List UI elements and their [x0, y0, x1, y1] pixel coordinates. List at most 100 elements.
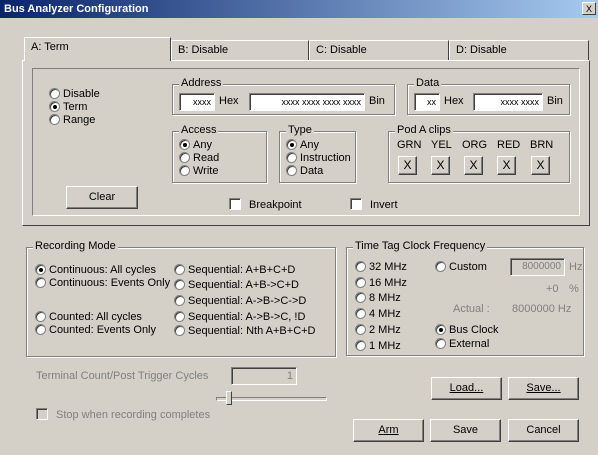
tab-c[interactable]: C: Disable [309, 40, 449, 60]
radio-icon [49, 114, 60, 125]
clock-4mhz-label: 4 MHz [369, 308, 401, 320]
radio-icon [174, 311, 185, 322]
clock-option-16mhz[interactable]: 16 MHz [355, 276, 407, 290]
close-icon[interactable]: X [582, 2, 596, 15]
rec-option-continuous-all[interactable]: Continuous: All cycles [35, 263, 156, 277]
rec-seq-1-label: Sequential: A+B+C+D [188, 264, 296, 276]
terminal-count-label: Terminal Count/Post Trigger Cycles [36, 370, 209, 382]
clear-button[interactable]: Clear [66, 186, 138, 209]
arm-button-label: Arm [378, 424, 399, 436]
mode-term-label: Term [63, 101, 88, 113]
rec-counted-events-label: Counted: Events Only [49, 324, 157, 336]
data-hex-label: Hex [444, 95, 464, 107]
radio-icon [35, 264, 46, 275]
radio-icon [286, 165, 297, 176]
clock-option-2mhz[interactable]: 2 MHz [355, 323, 401, 337]
clock-option-4mhz[interactable]: 4 MHz [355, 307, 401, 321]
access-any-label: Any [193, 139, 212, 151]
terminal-count-field[interactable]: 1 [231, 367, 297, 385]
rec-option-seq-4[interactable]: Sequential: A->B->C, !D [174, 310, 305, 324]
data-hex-field[interactable]: xx [414, 93, 440, 111]
access-option-read[interactable]: Read [179, 151, 219, 165]
mode-option-term[interactable]: Term [49, 100, 87, 114]
clock-custom-label: Custom [449, 261, 487, 273]
rec-option-seq-2[interactable]: Sequential: A+B->C+D [174, 278, 299, 292]
invert-checkbox[interactable]: Invert [350, 198, 398, 212]
clip-org-label: ORG [462, 139, 488, 151]
clock-option-32mhz[interactable]: 32 MHz [355, 260, 407, 274]
bus-clock-label: Bus Clock [449, 324, 499, 336]
window-title: Bus Analyzer Configuration [4, 3, 149, 15]
breakpoint-checkbox[interactable]: Breakpoint [229, 198, 302, 212]
tab-a[interactable]: A: Term [24, 37, 171, 61]
trigger-config-area: Disable Term Range Address xxxx Hex xxxx… [32, 68, 580, 216]
type-option-data[interactable]: Data [286, 164, 323, 178]
rec-seq-4-label: Sequential: A->B->C, !D [188, 311, 306, 323]
rec-option-counted-events[interactable]: Counted: Events Only [35, 323, 156, 337]
mode-option-range[interactable]: Range [49, 113, 95, 127]
clock-16mhz-label: 16 MHz [369, 277, 407, 289]
data-bin-field[interactable]: xxxx xxxx [473, 93, 543, 111]
address-group: Address xxxx Hex xxxx xxxx xxxx xxxx Bin [172, 77, 395, 115]
slider-track[interactable] [216, 397, 327, 401]
clock-8mhz-label: 8 MHz [369, 292, 401, 304]
rec-option-seq-1[interactable]: Sequential: A+B+C+D [174, 263, 295, 277]
save-button[interactable]: Save [430, 419, 501, 442]
clock-option-8mhz[interactable]: 8 MHz [355, 291, 401, 305]
radio-icon [355, 308, 366, 319]
rec-seq-5-label: Sequential: Nth A+B+C+D [188, 325, 316, 337]
slider-thumb[interactable] [226, 391, 232, 405]
type-option-instruction[interactable]: Instruction [286, 151, 351, 165]
checkbox-icon [350, 198, 362, 210]
address-hex-field[interactable]: xxxx [179, 93, 215, 111]
stop-when-complete-checkbox[interactable]: Stop when recording completes [36, 408, 210, 422]
radio-icon [49, 101, 60, 112]
data-legend: Data [414, 77, 442, 89]
external-label: External [449, 338, 490, 350]
address-bin-field[interactable]: xxxx xxxx xxxx xxxx [249, 93, 365, 111]
clip-yel-label: YEL [431, 139, 452, 151]
clock-option-custom[interactable]: Custom [435, 260, 487, 274]
title-bar: Bus Analyzer Configuration [0, 0, 598, 18]
rec-option-counted-all[interactable]: Counted: All cycles [35, 310, 142, 324]
clip-grn-toggle[interactable]: X [398, 156, 417, 175]
tab-d[interactable]: D: Disable [449, 40, 589, 60]
type-data-label: Data [300, 165, 324, 177]
clock-option-1mhz[interactable]: 1 MHz [355, 339, 401, 353]
radio-icon [355, 292, 366, 303]
custom-frequency-field[interactable]: 8000000 [510, 258, 565, 276]
pod-legend: Pod A clips [395, 124, 453, 136]
rec-option-continuous-events[interactable]: Continuous: Events Only [35, 276, 170, 290]
clip-yel-toggle[interactable]: X [431, 156, 450, 175]
access-option-write[interactable]: Write [179, 164, 218, 178]
radio-icon [435, 324, 446, 335]
load-button[interactable]: Load... [431, 377, 502, 400]
clip-org-toggle[interactable]: X [464, 156, 483, 175]
rec-option-seq-3[interactable]: Sequential: A->B->C->D [174, 294, 306, 308]
radio-icon [355, 340, 366, 351]
clock-option-external[interactable]: External [435, 337, 489, 351]
mode-option-disable[interactable]: Disable [49, 87, 100, 101]
type-option-any[interactable]: Any [286, 138, 319, 152]
save-as-button[interactable]: Save... [508, 377, 579, 400]
clock-1mhz-label: 1 MHz [369, 340, 401, 352]
tab-b-label: B: Disable [178, 44, 229, 56]
radio-icon [174, 264, 185, 275]
tab-c-label: C: Disable [316, 44, 367, 56]
tab-b[interactable]: B: Disable [171, 40, 309, 60]
clip-red-toggle[interactable]: X [497, 156, 516, 175]
rec-counted-all-label: Counted: All cycles [49, 311, 142, 323]
rec-seq-2-label: Sequential: A+B->C+D [188, 279, 299, 291]
clock-option-bus-clock[interactable]: Bus Clock [435, 323, 499, 337]
clip-brn-toggle[interactable]: X [531, 156, 550, 175]
radio-icon [286, 152, 297, 163]
rec-option-seq-5[interactable]: Sequential: Nth A+B+C+D [174, 324, 316, 338]
address-bin-label: Bin [369, 95, 385, 107]
address-legend: Address [179, 77, 224, 89]
access-option-any[interactable]: Any [179, 138, 212, 152]
data-group: Data xx Hex xxxx xxxx Bin [407, 77, 570, 115]
percent-unit: % [569, 283, 579, 295]
arm-button[interactable]: Arm [353, 419, 424, 442]
cancel-button[interactable]: Cancel [508, 419, 579, 442]
actual-value: 8000000 Hz [512, 303, 572, 315]
